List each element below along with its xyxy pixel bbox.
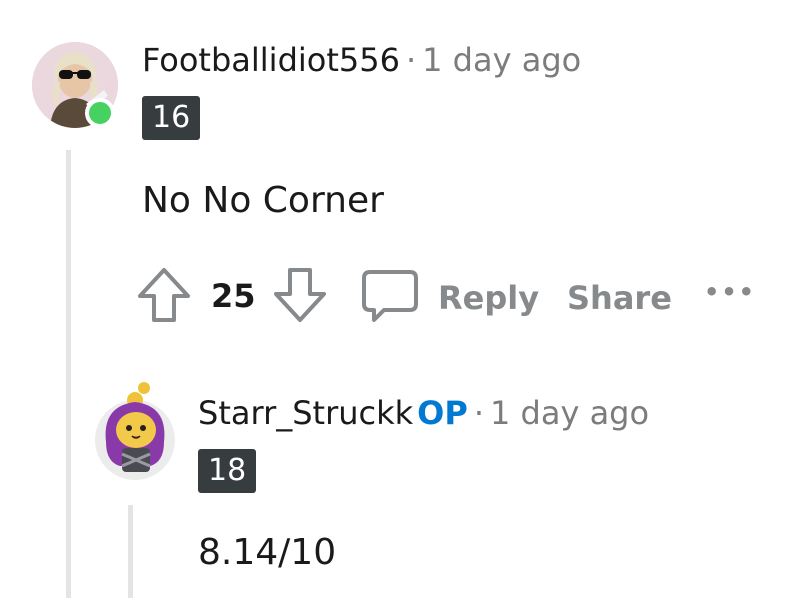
avatar[interactable] — [92, 382, 178, 482]
separator-dot: · — [405, 41, 417, 79]
thread-line-2[interactable] — [128, 505, 133, 598]
username[interactable]: Starr_Struckk — [198, 394, 413, 432]
online-status-indicator — [85, 98, 115, 128]
comment-meta: Footballidiot556 · 1 day ago — [142, 40, 581, 80]
user-flair: 18 — [198, 449, 257, 493]
comment-meta: Starr_Struckk OP · 1 day ago — [198, 393, 649, 433]
reply-button[interactable]: Reply — [438, 278, 539, 318]
more-icon: ••• — [704, 278, 757, 306]
more-options-button[interactable]: ••• — [704, 272, 756, 312]
timestamp[interactable]: 1 day ago — [422, 41, 581, 79]
upvote-icon[interactable] — [136, 266, 192, 324]
timestamp[interactable]: 1 day ago — [490, 394, 649, 432]
comment-body: 8.14/10 — [198, 532, 337, 573]
thread-line-1[interactable] — [66, 150, 71, 598]
share-button[interactable]: Share — [567, 278, 672, 318]
user-flair: 16 — [142, 96, 201, 140]
op-badge: OP — [417, 394, 468, 432]
downvote-icon[interactable] — [272, 266, 328, 324]
separator-dot: · — [473, 394, 484, 432]
comment-body: No No Corner — [142, 180, 384, 221]
vote-count: 25 — [211, 277, 256, 315]
comment-bubble-icon[interactable] — [360, 266, 420, 326]
user-avatar-image — [95, 382, 175, 480]
username[interactable]: Footballidiot556 — [142, 41, 400, 79]
